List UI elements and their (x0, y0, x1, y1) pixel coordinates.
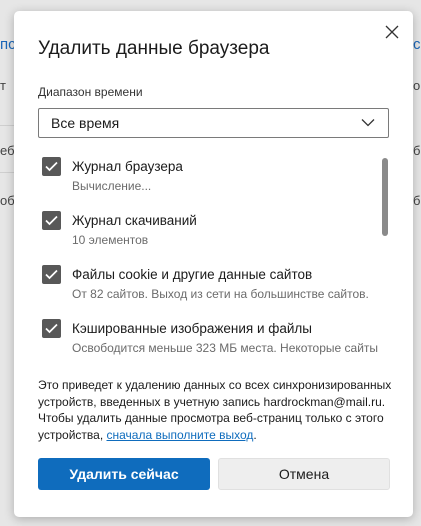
close-button[interactable] (382, 22, 402, 42)
dialog-title: Удалить данные браузера (38, 38, 270, 59)
option-label: Журнал браузера (72, 159, 183, 174)
background-text: б (413, 143, 421, 158)
checkmark-icon (45, 323, 58, 334)
clear-browsing-data-dialog: Удалить данные браузера Диапазон времени… (14, 11, 413, 517)
sync-info-end: . (253, 427, 257, 442)
background-divider (0, 172, 14, 173)
option-description: 10 элементов (72, 233, 149, 247)
option-description: Освободится меньше 323 МБ места. Некотор… (72, 341, 378, 355)
download-history-checkbox[interactable] (42, 211, 61, 230)
background-text: т (0, 78, 6, 93)
time-range-select[interactable]: Все время (38, 108, 389, 138)
checkmark-icon (45, 269, 58, 280)
options-scrollbar[interactable] (382, 158, 388, 236)
cookies-checkbox[interactable] (42, 265, 61, 284)
background-text: об (0, 193, 15, 208)
cancel-button[interactable]: Отмена (218, 458, 390, 490)
data-options-list[interactable]: Журнал браузера Вычисление... Журнал ска… (38, 157, 378, 357)
clear-now-button[interactable]: Удалить сейчас (38, 458, 210, 490)
browsing-history-checkbox[interactable] (42, 157, 61, 176)
option-label: Файлы cookie и другие данные сайтов (72, 267, 313, 282)
background-text: б (413, 193, 421, 208)
checkmark-icon (45, 161, 58, 172)
background-text: с (413, 36, 421, 53)
option-label: Журнал скачиваний (72, 213, 197, 228)
background-divider (0, 125, 14, 126)
time-range-label: Диапазон времени (38, 85, 143, 99)
background-text: еб (0, 143, 15, 158)
option-label: Кэшированные изображения и файлы (72, 321, 313, 336)
option-description: Вычисление... (72, 179, 152, 193)
background-text: о (413, 78, 421, 93)
cached-files-checkbox[interactable] (42, 319, 61, 338)
option-description: От 82 сайтов. Выход из сети на большинст… (72, 287, 369, 301)
close-icon (385, 25, 399, 39)
sync-info-text: Это приведет к удалению данных со всех с… (38, 377, 393, 443)
time-range-value: Все время (51, 115, 120, 131)
checkmark-icon (45, 215, 58, 226)
sign-out-first-link[interactable]: сначала выполните выход (107, 428, 254, 442)
chevron-down-icon (361, 119, 375, 127)
